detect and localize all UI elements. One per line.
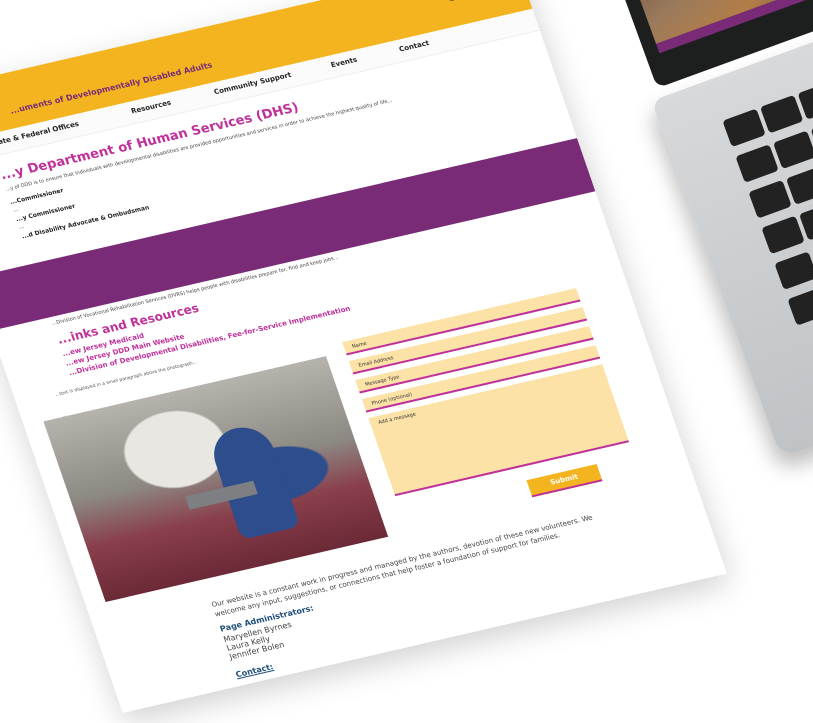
page-mockup-stage: ...uments of Developmentally Disabled Ad… xyxy=(0,0,813,723)
nav-item-events[interactable]: Events xyxy=(330,56,359,70)
facebook-icon[interactable]: f xyxy=(440,0,462,3)
nav-item-contact[interactable]: Contact xyxy=(398,39,430,53)
hero-photo xyxy=(43,356,389,602)
web-page: ...uments of Developmentally Disabled Ad… xyxy=(0,0,727,713)
contact-form: Name Email Address Message Type Phone (o… xyxy=(342,288,638,523)
nav-item-resources[interactable]: Resources xyxy=(130,99,172,116)
submit-button[interactable]: Submit xyxy=(526,463,603,498)
